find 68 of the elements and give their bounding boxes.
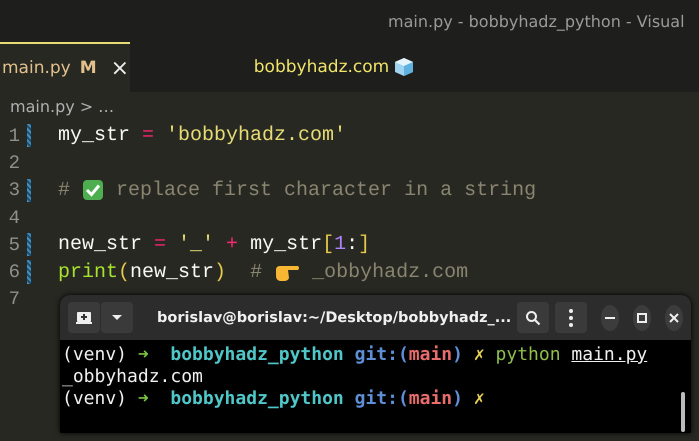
minimize-icon <box>605 316 616 318</box>
close-button[interactable] <box>665 304 683 330</box>
line-number: 2 <box>8 152 20 174</box>
maximize-button[interactable] <box>633 304 652 330</box>
branch-name: main <box>408 344 452 366</box>
bracket: ] <box>358 233 370 256</box>
close-icon <box>669 312 680 322</box>
banner-text: bobbyhadz.com <box>254 57 390 77</box>
breadcrumb-separator: > <box>80 96 94 116</box>
line-number: 5 <box>8 234 20 256</box>
directory-name: bobbyhadz_python <box>169 344 345 366</box>
line-number: 4 <box>8 206 20 229</box>
branch-name: main <box>408 388 452 410</box>
string-literal: '_' <box>177 233 216 256</box>
function-name: print <box>58 260 118 284</box>
command-argument: main.py <box>571 344 648 366</box>
window-title: main.py - bobbyhadz_python - Visual <box>388 12 685 30</box>
scrollbar[interactable] <box>681 392 685 432</box>
git-label: git:( <box>354 344 409 366</box>
cube-icon <box>393 56 416 78</box>
line-number: 6 <box>8 261 20 284</box>
dropdown-button[interactable] <box>101 302 133 333</box>
command: python <box>494 344 562 366</box>
code-text: new_str <box>58 233 144 256</box>
bracket: ( <box>118 260 130 284</box>
operator: = <box>154 233 166 256</box>
operator: = <box>142 124 154 148</box>
editor-tab[interactable]: main.py M × <box>0 42 130 92</box>
code-text: my_str <box>249 233 322 256</box>
maximize-icon <box>637 312 648 322</box>
terminal-title: borislav@borislav:~/Desktop/bobbyhadz_... <box>156 310 512 326</box>
line-number: 1 <box>8 124 20 147</box>
caret-icon <box>111 314 123 321</box>
dirty-mark: ✗ <box>472 388 485 410</box>
breadcrumb-file[interactable]: main.py <box>10 96 75 116</box>
code-comment: replace first character in a string <box>115 178 536 202</box>
git-label: ) <box>452 344 463 366</box>
line-number: 3 <box>8 179 20 202</box>
new-tab-icon <box>76 310 92 324</box>
prompt-arrow: ➜ <box>138 388 149 410</box>
number-literal: 1 <box>334 233 346 256</box>
code-text: new_str <box>130 260 214 284</box>
terminal-text: (venv) <box>62 344 128 366</box>
minimize-button[interactable] <box>601 304 620 330</box>
terminal-text: (venv) <box>62 388 128 410</box>
code-text: : <box>346 233 358 256</box>
code-comment: # <box>58 178 72 202</box>
code-comment: _obbyhadz.com <box>311 260 468 284</box>
menu-button[interactable] <box>555 302 588 333</box>
search-button[interactable] <box>517 302 550 333</box>
git-label: git:( <box>354 388 409 410</box>
search-icon <box>525 310 542 326</box>
bracket: [ <box>322 233 334 256</box>
string-literal: 'bobbyhadz.com' <box>165 124 346 148</box>
dirty-mark: ✗ <box>472 344 485 366</box>
operator: + <box>226 233 238 256</box>
new-tab-button[interactable] <box>68 302 100 333</box>
code-text: my_str <box>58 124 132 148</box>
check-mark-icon <box>82 179 104 202</box>
directory-name: bobbyhadz_python <box>169 388 345 410</box>
code-comment: # <box>249 260 264 284</box>
menu-icon <box>569 308 574 326</box>
bracket: ) <box>214 260 226 284</box>
git-label: ) <box>452 388 463 410</box>
breadcrumb-more[interactable]: … <box>98 96 114 116</box>
prompt-arrow: ➜ <box>138 344 149 366</box>
line-number: 7 <box>8 288 20 310</box>
terminal-text: _obbyhadz.com <box>62 366 203 388</box>
